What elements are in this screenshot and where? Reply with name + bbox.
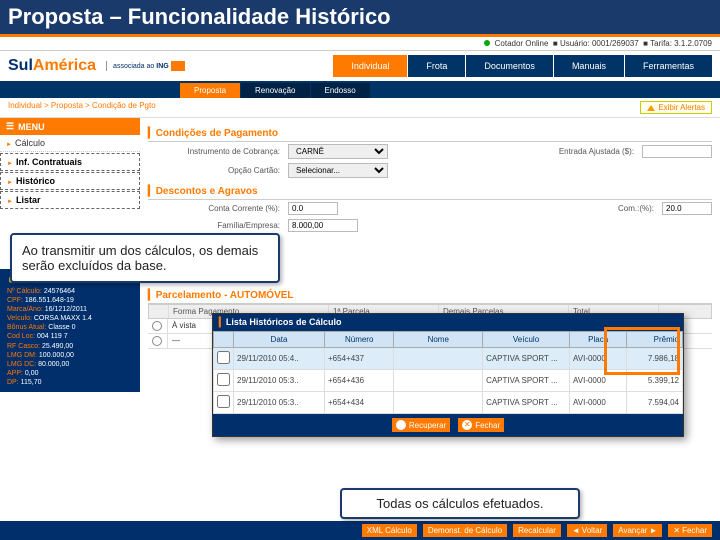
breadcrumb-bar: Individual > Proposta > Condição de Pgto… — [0, 98, 720, 118]
entrada-input[interactable] — [642, 145, 712, 158]
section-parcelamento: Parcelamento - AUTOMÓVEL — [148, 288, 712, 304]
opcao-cartao-select[interactable]: Selecionar... — [288, 163, 388, 178]
tab-individual[interactable]: Individual — [333, 55, 407, 77]
ing-label: associada ao ING — [106, 61, 185, 71]
row-checkbox[interactable] — [217, 373, 230, 386]
header: SulAmérica associada ao ING Individual F… — [0, 51, 720, 81]
subtab-endosso[interactable]: Endosso — [311, 83, 370, 98]
logo-text: SulAmérica — [8, 57, 96, 75]
recalcular-button[interactable]: Recalcular — [513, 524, 561, 537]
tab-manuais[interactable]: Manuais — [554, 55, 624, 77]
avancar-button[interactable]: Avançar ► — [613, 524, 662, 537]
row-checkbox[interactable] — [217, 395, 230, 408]
conta-corrente-input[interactable] — [288, 202, 338, 215]
status-online: Cotador Online — [495, 39, 549, 48]
online-dot-icon — [484, 40, 490, 46]
demonst-button[interactable]: Demonst. de Cálculo — [423, 524, 507, 537]
historico-row[interactable]: 29/11/2010 05:3..+654+434CAPTIVA SPORT .… — [214, 392, 683, 414]
logo: SulAmérica associada ao ING — [8, 57, 185, 75]
slide-title: Proposta – Funcionalidade Histórico — [0, 0, 720, 37]
row-checkbox[interactable] — [217, 351, 230, 364]
section-descontos: Descontos e Agravos — [148, 184, 712, 200]
seguro-panel: 🔒 SEGURO AUTOMÓVEL Nº Cálculo: 24576464C… — [0, 269, 140, 392]
main-tabs: Individual Frota Documentos Manuais Ferr… — [333, 55, 712, 77]
sidebar: ☰ MENU Cálculo Inf. Contratuais Históric… — [0, 118, 140, 498]
status-tarifa: Tarifa: 3.1.2.0709 — [650, 39, 712, 48]
modal-footer: Recuperar ✕Fechar — [213, 414, 683, 436]
bottom-toolbar: XML Cálculo Demonst. de Cálculo Recalcul… — [0, 521, 720, 540]
conta-corrente-label: Conta Corrente (%): — [148, 204, 288, 213]
section-condicoes: Condições de Pagamento — [148, 126, 712, 142]
menu-listar[interactable]: Listar — [0, 191, 140, 209]
exibir-alertas-button[interactable]: Exibir Alertas — [640, 101, 712, 114]
familia-input[interactable] — [288, 219, 358, 232]
premio-highlight — [604, 327, 680, 375]
subtab-proposta[interactable]: Proposta — [180, 83, 240, 98]
main-panel: Condições de Pagamento Instrumento de Co… — [140, 118, 720, 498]
close-icon: ✕ — [462, 420, 472, 430]
com-input[interactable] — [662, 202, 712, 215]
breadcrumb: Individual > Proposta > Condição de Pgto — [8, 101, 156, 114]
subtab-renovacao[interactable]: Renovação — [241, 83, 309, 98]
callout-transmitir: Ao transmitir um dos cálculos, os demais… — [10, 233, 280, 283]
tab-ferramentas[interactable]: Ferramentas — [625, 55, 712, 77]
alert-icon — [647, 105, 655, 111]
entrada-label: Entrada Ajustada ($): — [551, 147, 642, 156]
menu-inf-contratuais[interactable]: Inf. Contratuais — [0, 153, 140, 171]
fechar-bottom-button[interactable]: ✕ Fechar — [668, 524, 712, 537]
status-user: Usuário: 0001/269037 — [560, 39, 639, 48]
sub-tabs: Proposta Renovação Endosso — [0, 81, 720, 98]
menu-calculo[interactable]: Cálculo — [0, 135, 140, 152]
instr-cobranca-label: Instrumento de Cobrança: — [148, 147, 288, 156]
fechar-button[interactable]: ✕Fechar — [458, 418, 504, 432]
com-label: Com.:(%): — [610, 204, 662, 213]
recuperar-button[interactable]: Recuperar — [392, 418, 450, 432]
callout-todas: Todas os cálculos efetuados. — [340, 488, 580, 519]
xml-calculo-button[interactable]: XML Cálculo — [362, 524, 417, 537]
opcao-cartao-label: Opção Cartão: — [148, 166, 288, 175]
status-bar: Cotador Online ■ Usuário: 0001/269037 ■ … — [0, 37, 720, 51]
tab-documentos[interactable]: Documentos — [466, 55, 553, 77]
recuperar-icon — [396, 420, 406, 430]
tab-frota[interactable]: Frota — [408, 55, 465, 77]
instr-cobranca-select[interactable]: CARNÊ — [288, 144, 388, 159]
voltar-button[interactable]: ◄ Voltar — [567, 524, 607, 537]
menu-historico[interactable]: Histórico — [0, 172, 140, 190]
familia-label: Família/Empresa: — [148, 221, 288, 230]
ing-icon — [171, 61, 185, 71]
menu-header: ☰ MENU — [0, 118, 140, 135]
